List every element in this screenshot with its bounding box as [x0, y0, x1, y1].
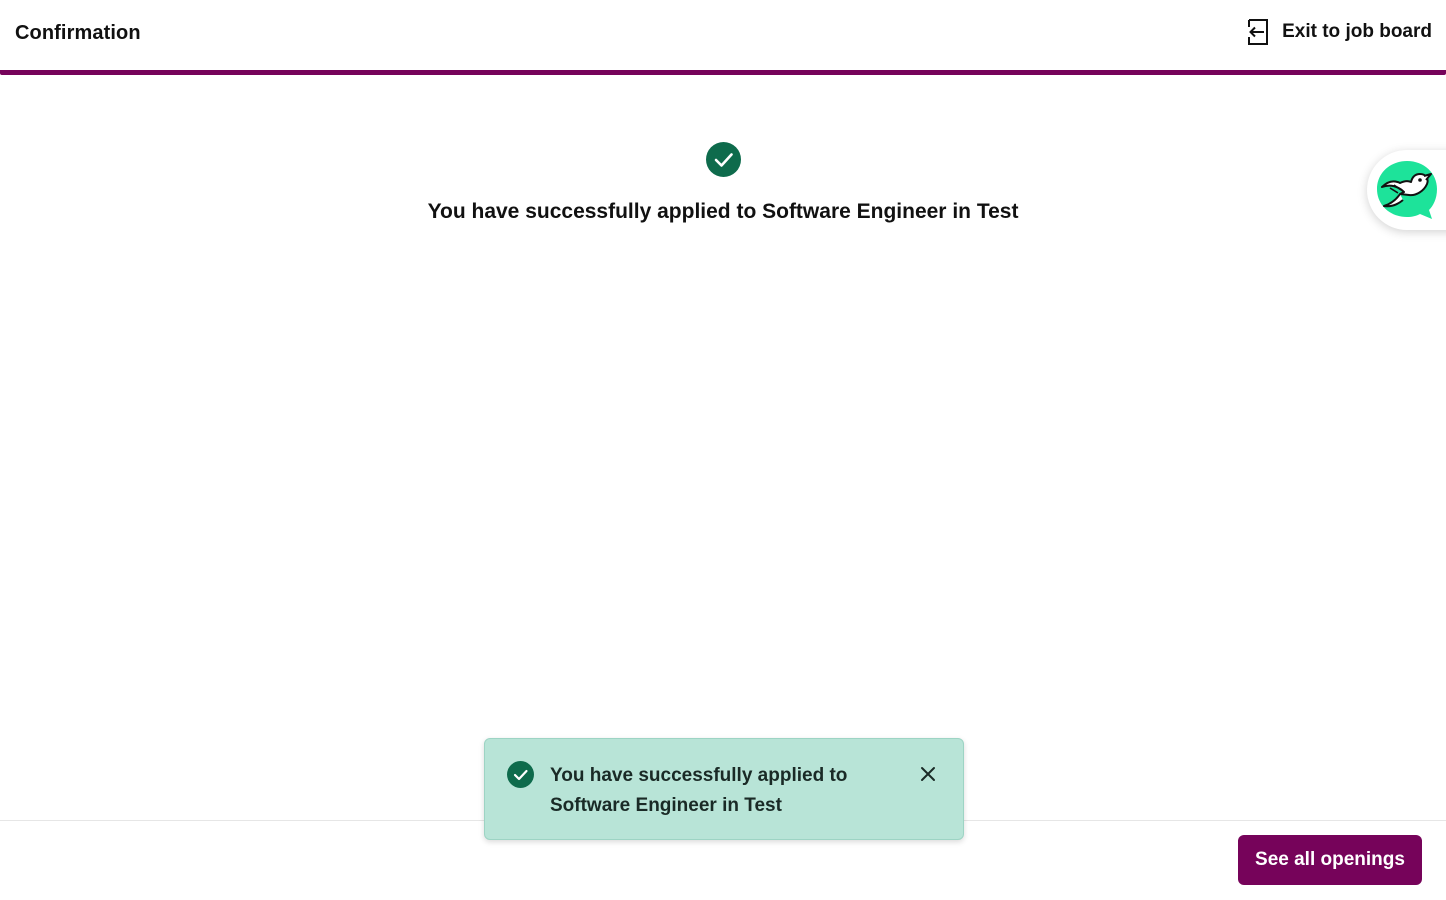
exit-door-icon — [1245, 18, 1271, 46]
exit-to-job-board-link[interactable]: Exit to job board — [1245, 17, 1432, 47]
page-title: Confirmation — [15, 22, 141, 44]
bird-chat-icon — [1376, 160, 1438, 220]
success-toast: You have successfully applied to Softwar… — [484, 738, 964, 840]
header-accent-bar — [0, 70, 1446, 75]
page-header: Confirmation Exit to job board — [0, 0, 1446, 75]
confirmation-page: Confirmation Exit to job board You have … — [0, 0, 1446, 900]
chat-widget-button[interactable] — [1367, 150, 1446, 230]
check-circle-icon — [706, 142, 741, 177]
close-icon[interactable] — [917, 763, 939, 785]
see-all-openings-button[interactable]: See all openings — [1238, 835, 1422, 885]
exit-link-label: Exit to job board — [1282, 21, 1432, 42]
toast-message: You have successfully applied to Softwar… — [550, 765, 848, 816]
success-message: You have successfully applied to Softwar… — [427, 200, 1019, 223]
check-circle-icon — [507, 761, 534, 788]
